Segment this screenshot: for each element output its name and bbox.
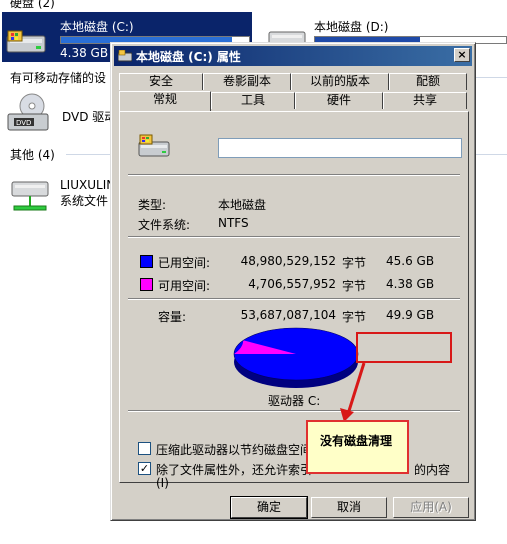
ok-button[interactable]: 确定	[230, 496, 308, 519]
tab-tools[interactable]: 工具	[211, 92, 295, 109]
separator	[128, 236, 460, 238]
separator	[128, 410, 460, 412]
annotation-callout-text: 没有磁盘清理	[320, 434, 393, 448]
tab-quota[interactable]: 配额	[389, 73, 467, 90]
close-button[interactable]: ×	[454, 48, 470, 62]
group-header-other: 其他 (4)	[10, 148, 55, 162]
drive-d-name: 本地磁盘 (D:)	[314, 20, 389, 34]
volume-name-input[interactable]	[218, 138, 462, 158]
index-label-line1: 除了文件属性外，还允许索引	[156, 463, 313, 477]
drive-letter-label: 驱动器 C:	[268, 394, 321, 408]
properties-dialog: 本地磁盘 (C:) 属性 × 安全 卷影副本 以前的版本 配额 常规 工具 硬件…	[110, 42, 476, 521]
drive-c-name: 本地磁盘 (C:)	[60, 20, 134, 34]
type-value: 本地磁盘	[218, 198, 267, 212]
tab-sharing[interactable]: 共享	[383, 92, 467, 109]
dvd-drive-label: DVD 驱动	[62, 110, 117, 124]
used-space-unit: 字节	[342, 256, 367, 270]
dialog-titlebar[interactable]: 本地磁盘 (C:) 属性 ×	[114, 46, 472, 66]
dvd-drive-tile[interactable]: DVD DVD 驱动	[4, 88, 117, 138]
separator	[128, 174, 460, 176]
group-header-removable: 有可移动存储的设	[10, 71, 107, 85]
compress-label: 压缩此驱动器以节约磁盘空间(C)	[156, 443, 330, 457]
capacity-label: 容量:	[158, 310, 187, 324]
filesystem-label: 文件系统:	[138, 218, 191, 232]
free-space-swatch	[140, 278, 153, 291]
hard-drive-icon	[138, 134, 170, 157]
index-label-line2: (I)	[156, 476, 169, 490]
svg-text:DVD: DVD	[16, 119, 31, 127]
free-space-gb: 4.38 GB	[386, 277, 435, 291]
capacity-bytes: 53,687,087,104	[240, 308, 336, 322]
tab-hardware[interactable]: 硬件	[295, 92, 383, 109]
free-space-bytes: 4,706,557,952	[248, 277, 336, 291]
capacity-gb: 49.9 GB	[386, 308, 435, 322]
used-space-swatch	[140, 255, 153, 268]
tab-security[interactable]: 安全	[119, 73, 203, 90]
filesystem-value: NTFS	[218, 216, 249, 230]
type-label: 类型:	[138, 198, 167, 212]
annotation-highlight-box	[356, 332, 452, 363]
free-space-unit: 字节	[342, 279, 367, 293]
apply-button[interactable]: 应用(A)	[393, 497, 469, 518]
dvd-drive-icon: DVD	[7, 93, 49, 131]
annotation-arrow-icon	[340, 362, 366, 422]
tab-shadow-copies[interactable]: 卷影副本	[203, 73, 291, 90]
group-header-hard-disks: 硬盘 (2)	[10, 0, 55, 10]
network-item-tile[interactable]: LIUXULIN- 系统文件	[4, 172, 120, 222]
compress-checkbox[interactable]	[138, 442, 151, 455]
annotation-callout: 没有磁盘清理	[306, 420, 409, 474]
network-item-desc: 系统文件	[60, 194, 109, 208]
cancel-button[interactable]: 取消	[311, 497, 387, 518]
dialog-title: 本地磁盘 (C:) 属性	[136, 49, 241, 64]
used-space-bytes: 48,980,529,152	[240, 254, 336, 268]
general-tab-panel: 类型: 本地磁盘 文件系统: NTFS 已用空间: 48,980,529,152…	[119, 111, 469, 490]
free-space-label: 可用空间:	[158, 279, 211, 293]
separator	[128, 298, 460, 300]
tab-previous-versions[interactable]: 以前的版本	[291, 73, 389, 90]
drive-c-size: 4.38 GB	[60, 46, 109, 60]
used-space-gb: 45.6 GB	[386, 254, 435, 268]
used-space-label: 已用空间:	[158, 256, 211, 270]
index-checkbox[interactable]: ✓	[138, 462, 151, 475]
tab-general[interactable]: 常规	[119, 91, 211, 111]
index-label-tail: 的内容	[414, 463, 451, 477]
hard-drive-icon	[118, 50, 132, 62]
hard-drive-icon	[6, 30, 46, 53]
capacity-unit: 字节	[342, 310, 367, 324]
network-drive-icon	[11, 181, 49, 211]
